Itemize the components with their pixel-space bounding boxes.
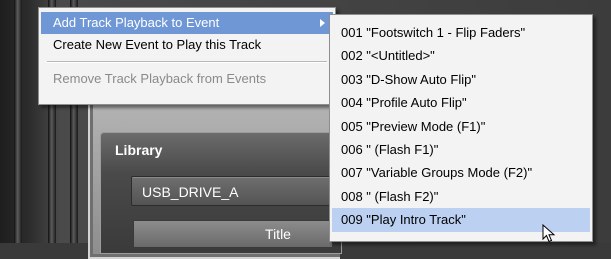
menu-item-remove-track-playback: Remove Track Playback from Events [41, 68, 333, 90]
drive-selector[interactable]: USB_DRIVE_A [131, 176, 331, 206]
menu-item-label: Create New Event to Play this Track [53, 37, 262, 52]
mouse-pointer-icon [542, 224, 556, 243]
submenu-item-event-008[interactable]: 008 " (Flash F2)" [332, 185, 590, 208]
title-column-header[interactable]: Title [133, 220, 333, 248]
context-menu: Add Track Playback to Event Create New E… [38, 7, 336, 105]
menu-item-label: Remove Track Playback from Events [53, 71, 267, 86]
submenu-item-event-006[interactable]: 006 " (Flash F1)" [332, 138, 590, 161]
window-rail [14, 0, 22, 243]
menu-item-create-new-event[interactable]: Create New Event to Play this Track [41, 34, 333, 56]
submenu-item-label: 003 "D-Show Auto Flip" [341, 71, 476, 87]
submenu-item-label: 002 "<Untitled>" [341, 48, 435, 64]
event-submenu: 001 "Footswitch 1 - Flip Faders" 002 "<U… [329, 14, 593, 242]
submenu-arrow-icon [320, 19, 325, 27]
submenu-item-event-003[interactable]: 003 "D-Show Auto Flip" [332, 68, 590, 91]
submenu-item-label: 001 "Footswitch 1 - Flip Faders" [341, 25, 526, 40]
submenu-item-label: 008 " (Flash F2)" [341, 188, 439, 204]
submenu-item-event-004[interactable]: 004 "Profile Auto Flip" [332, 91, 590, 114]
submenu-item-event-001[interactable]: 001 "Footswitch 1 - Flip Faders" [332, 21, 590, 44]
submenu-item-event-005[interactable]: 005 "Preview Mode (F1)" [332, 115, 590, 138]
submenu-item-label: 009 "Play Intro Track" [341, 212, 466, 228]
submenu-item-label: 007 "Variable Groups Mode (F2)" [341, 165, 533, 181]
menu-item-add-track-playback[interactable]: Add Track Playback to Event [41, 12, 333, 34]
menu-separator [47, 61, 327, 63]
submenu-item-event-007[interactable]: 007 "Variable Groups Mode (F2)" [332, 161, 590, 184]
menu-item-label: Add Track Playback to Event [53, 15, 220, 30]
submenu-item-event-002[interactable]: 002 "<Untitled>" [332, 44, 590, 67]
submenu-item-label: 004 "Profile Auto Flip" [341, 95, 467, 111]
library-title: Library [115, 142, 163, 158]
submenu-item-label: 005 "Preview Mode (F1)" [341, 118, 486, 134]
submenu-item-label: 006 " (Flash F1)" [341, 141, 439, 157]
